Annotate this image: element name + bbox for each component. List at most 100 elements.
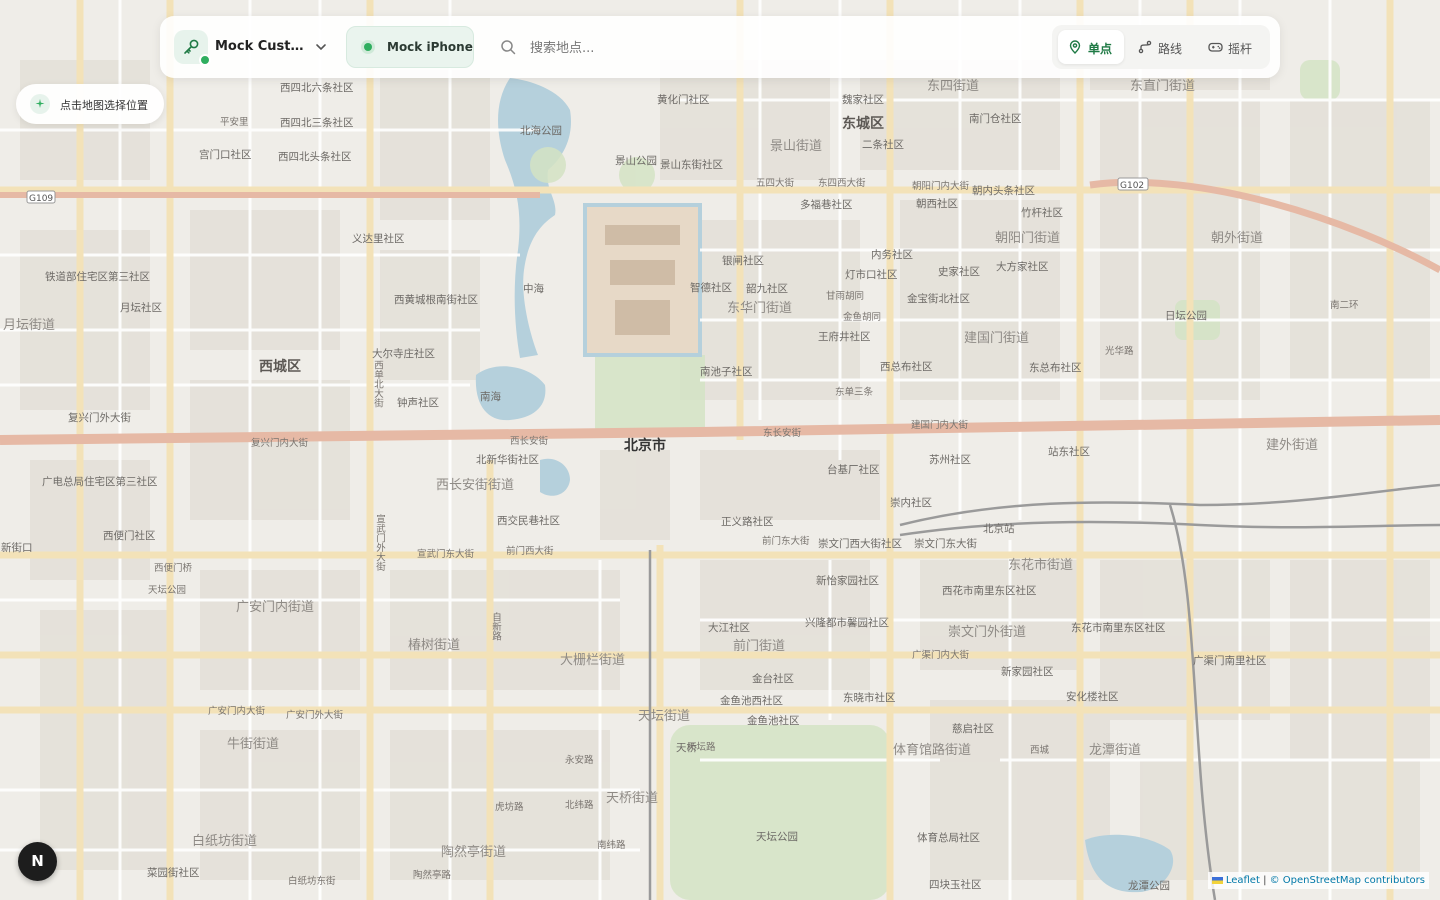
mode-switcher: 单点 路线 摇杆 bbox=[1052, 25, 1270, 69]
map-label: 慈启社区 bbox=[952, 723, 994, 735]
map-label: 大江社区 bbox=[708, 622, 750, 634]
map-label: 天坛公园 bbox=[148, 585, 187, 596]
map-label: 钟声社区 bbox=[397, 397, 439, 409]
map-label: 东四街道 bbox=[927, 79, 980, 94]
map-label-park: 景山公园 bbox=[615, 155, 657, 167]
map-label: 北纬路 bbox=[565, 800, 594, 811]
map-label: 景山东街社区 bbox=[660, 159, 723, 171]
map-label-district-dongcheng: 东城区 bbox=[842, 116, 884, 132]
map-label: 虎坊路 bbox=[495, 802, 524, 813]
online-status-dot bbox=[199, 54, 211, 66]
map-label: 南门仓社区 bbox=[969, 113, 1022, 125]
map-label: 西单北大街 bbox=[372, 360, 383, 408]
map-label: 椿树街道 bbox=[408, 638, 461, 653]
map-label: 广安门内大街 bbox=[208, 706, 266, 717]
map-label: 天坛路 bbox=[687, 742, 716, 753]
map-label: 西便门社区 bbox=[103, 530, 156, 542]
compass-button[interactable]: N bbox=[18, 842, 57, 881]
map-label: 内务社区 bbox=[871, 249, 913, 261]
map-label: 金鱼池社区 bbox=[747, 715, 800, 727]
map-label: 西便门桥 bbox=[154, 563, 193, 574]
map-label: 永安路 bbox=[565, 755, 594, 766]
map-label: 东晓市社区 bbox=[843, 692, 896, 704]
map-label: 四块玉社区 bbox=[929, 879, 982, 891]
map-label: 银闸社区 bbox=[722, 255, 764, 267]
map-label: 白纸坊东街 bbox=[288, 876, 336, 887]
map-label: 东总布社区 bbox=[1029, 362, 1082, 374]
map-label: 日坛公园 bbox=[1165, 310, 1207, 322]
map-label: 前门东大街 bbox=[762, 536, 810, 547]
map-label: 大方家社区 bbox=[996, 261, 1049, 273]
map-label: 复兴门外大街 bbox=[68, 412, 131, 424]
phone-label: Mock iPhone bbox=[387, 40, 473, 54]
map-label-city: 北京市 bbox=[624, 438, 666, 454]
map-label: 朝内头条社区 bbox=[972, 185, 1035, 197]
map-label: 五四大街 bbox=[756, 178, 795, 189]
gamepad-icon bbox=[1208, 40, 1223, 57]
map-label: 崇文门东大街 bbox=[914, 538, 977, 550]
osm-copyright-link[interactable]: © OpenStreetMap contributors bbox=[1270, 875, 1425, 886]
map-label: 铁道部住宅区第三社区 bbox=[45, 271, 150, 283]
map-label-park: 天坛公园 bbox=[756, 831, 798, 843]
map-label: 金鱼池西社区 bbox=[720, 695, 783, 707]
mode-joystick-button[interactable]: 摇杆 bbox=[1198, 30, 1264, 64]
map-label: 史家社区 bbox=[938, 266, 980, 278]
map-canvas[interactable]: G109 G102 北京市 东城区 西城区 北海公园 景山公园 天坛公园 中海 … bbox=[0, 0, 1440, 900]
map-click-hint: 点击地图选择位置 bbox=[16, 84, 164, 124]
svg-text:G102: G102 bbox=[1120, 181, 1144, 191]
map-label: 龙潭公园 bbox=[1128, 880, 1170, 892]
map-label: 南池子社区 bbox=[700, 366, 753, 378]
mode-single-button[interactable]: 单点 bbox=[1058, 30, 1124, 64]
map-label: 西长安街 bbox=[510, 436, 549, 447]
map-label: 天坛街道 bbox=[638, 709, 691, 724]
device-name: Mock Custo... bbox=[215, 39, 307, 54]
map-label: 多福巷社区 bbox=[800, 199, 853, 211]
map-label: 广渠门南里社区 bbox=[1193, 655, 1267, 667]
map-label: 体育馆路街道 bbox=[893, 743, 972, 758]
map-label: 义达里社区 bbox=[352, 233, 405, 245]
map-label: 东单三条 bbox=[835, 387, 874, 398]
chevron-down-icon bbox=[314, 39, 328, 58]
map-label: 西黄城根南街社区 bbox=[394, 294, 478, 306]
map-label: 西交民巷社区 bbox=[497, 515, 560, 527]
map-label: 朝外街道 bbox=[1211, 231, 1264, 246]
map-label: 前门西大街 bbox=[506, 546, 554, 557]
map-label: 东长安街 bbox=[763, 428, 802, 439]
map-label: 韶九社区 bbox=[746, 283, 788, 295]
map-label: 西花市南里东区社区 bbox=[942, 585, 1037, 597]
map-label: 牛街街道 bbox=[227, 737, 280, 752]
map-base-layer: G109 G102 bbox=[0, 0, 1440, 900]
map-label-water: 中海 bbox=[523, 283, 544, 295]
map-label: 新怡家园社区 bbox=[816, 575, 879, 587]
map-label: 东四西大街 bbox=[818, 178, 866, 189]
map-label: 二条社区 bbox=[862, 139, 904, 151]
map-label: 崇文门外街道 bbox=[948, 625, 1027, 640]
map-label: 宣武门外大街 bbox=[374, 514, 385, 571]
map-label: 崇文门西大街社区 bbox=[818, 538, 902, 550]
search-input[interactable] bbox=[528, 34, 832, 62]
map-label: 西总布社区 bbox=[880, 361, 933, 373]
map-label: 体育总局社区 bbox=[917, 832, 980, 844]
map-label: 月坛社区 bbox=[120, 302, 162, 314]
map-label: 金宝街北社区 bbox=[907, 293, 970, 305]
device-selector[interactable]: Mock Custo... bbox=[174, 26, 330, 68]
map-label: 竹杆社区 bbox=[1021, 207, 1063, 219]
map-label: 景山街道 bbox=[770, 139, 823, 154]
map-label: 朝阳门街道 bbox=[995, 231, 1061, 246]
map-label: 北京站 bbox=[983, 523, 1015, 535]
map-label: 金台社区 bbox=[752, 673, 794, 685]
phone-chip[interactable]: Mock iPhone bbox=[346, 26, 474, 68]
map-label: 东花市南里东区社区 bbox=[1071, 622, 1166, 634]
map-label: 朝西社区 bbox=[916, 198, 958, 210]
map-label: 魏家社区 bbox=[842, 94, 884, 106]
leaflet-link[interactable]: Leaflet bbox=[1226, 875, 1260, 886]
status-dot bbox=[364, 43, 372, 51]
attribution-separator: | bbox=[1263, 875, 1267, 886]
map-label: 台基厂社区 bbox=[827, 464, 880, 476]
map-label: 宣武门东大街 bbox=[417, 549, 475, 560]
ukraine-flag-icon bbox=[1211, 876, 1223, 884]
map-label: 天桥街道 bbox=[606, 791, 659, 806]
mode-route-button[interactable]: 路线 bbox=[1128, 30, 1194, 64]
map-label: 朝阳门内大街 bbox=[912, 181, 970, 192]
map-label: 光华路 bbox=[1105, 346, 1134, 357]
